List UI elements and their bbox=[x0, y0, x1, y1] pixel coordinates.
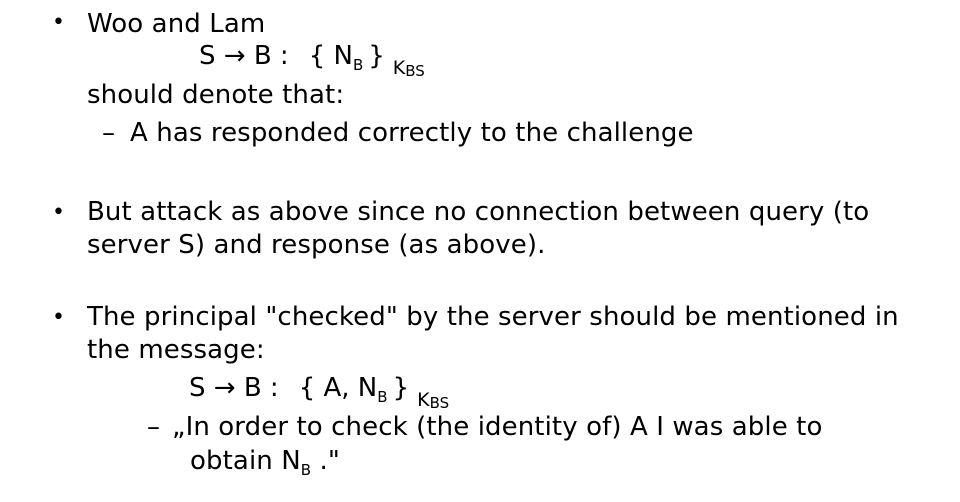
bullet-1-line-1: Woo and Lam bbox=[87, 9, 266, 39]
sub-dash: – bbox=[102, 118, 115, 148]
slide: • Woo and Lam S → B :{ NB} KBS should den… bbox=[0, 0, 960, 502]
bullet-marker: • bbox=[52, 10, 65, 35]
sub-bullet-1-text: A has responded correctly to the challen… bbox=[130, 118, 694, 148]
sub-dash: – bbox=[147, 412, 160, 442]
nonce-sub: B bbox=[300, 461, 312, 479]
bullet-marker: • bbox=[52, 305, 65, 330]
bullet-3-line-2: the message: bbox=[87, 335, 265, 365]
closing-quote: ." bbox=[311, 446, 340, 476]
formula-1-nonce-sub: B bbox=[352, 56, 364, 74]
formula-1: S → B : { NB} KBS bbox=[199, 40, 425, 80]
formula-2-lhs: S → B : bbox=[189, 373, 279, 403]
formula-2-close: } bbox=[392, 373, 410, 403]
formula-1-lhs: S → B : bbox=[199, 41, 289, 71]
bullet-2-line-2: server S) and response (as above). bbox=[87, 230, 546, 260]
formula-2: S → B : { A, NB} KBS bbox=[189, 372, 449, 412]
formula-2-nonce-sub: B bbox=[377, 388, 388, 406]
bullet-marker: • bbox=[52, 200, 65, 225]
formula-2-open: { A, N bbox=[298, 373, 378, 403]
bullet-1-line-2: should denote that: bbox=[87, 80, 345, 110]
sub-bullet-3-line-1: „In order to check (the identity of) A I… bbox=[172, 412, 823, 442]
bullet-3-line-1: The principal "checked" by the server sh… bbox=[87, 302, 899, 332]
sub-bullet-3-line-2: obtain NB ." bbox=[190, 445, 340, 480]
nonce-text: obtain N bbox=[190, 446, 301, 476]
formula-1-close: } bbox=[368, 41, 385, 71]
formula-2-key: KBS bbox=[417, 389, 450, 412]
formula-1-open: { N bbox=[308, 41, 353, 71]
bullet-2-line-1: But attack as above since no connection … bbox=[87, 197, 870, 227]
formula-1-key: KBS bbox=[392, 57, 425, 80]
